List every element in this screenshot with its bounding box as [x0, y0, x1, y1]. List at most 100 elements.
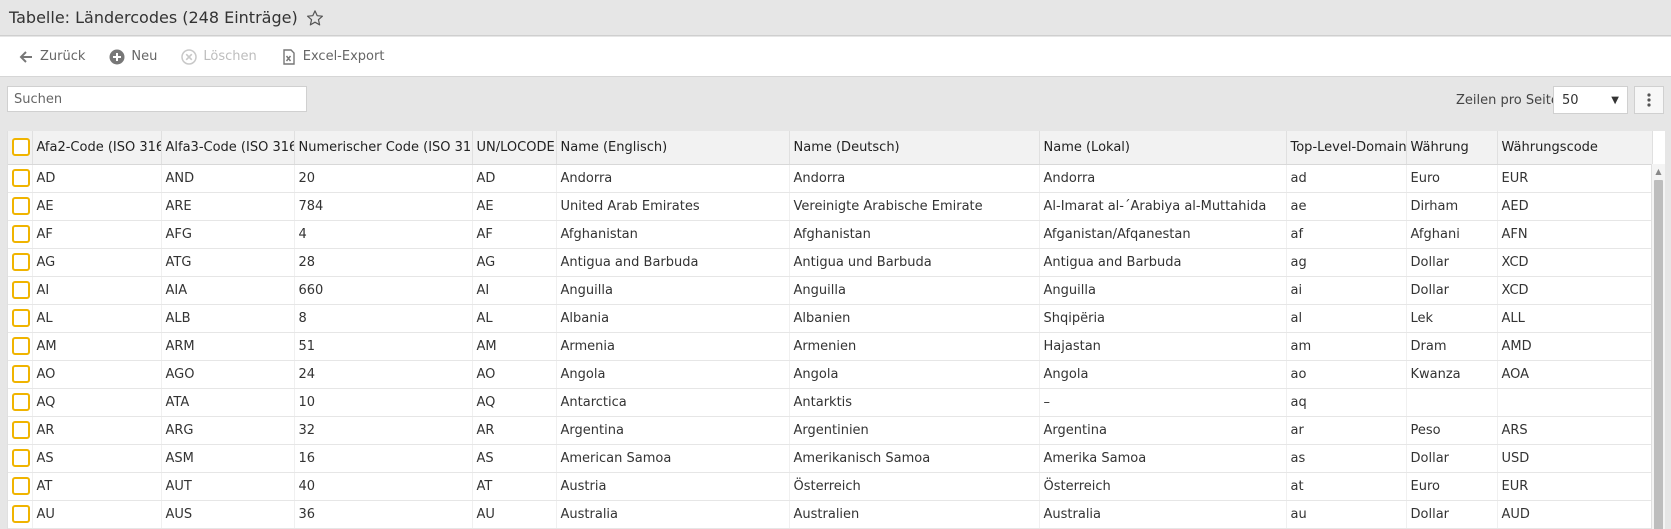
row-checkbox-cell[interactable]: [8, 332, 33, 361]
table-cell: AT: [472, 472, 557, 501]
table-cell: Andorra: [556, 164, 790, 193]
select-all-checkbox[interactable]: [12, 138, 30, 157]
row-checkbox-cell[interactable]: [8, 220, 33, 249]
column-header[interactable]: Name (Deutsch): [789, 131, 1040, 165]
table-cell: 8: [294, 304, 473, 333]
table-cell: Argentina: [556, 416, 790, 445]
table-cell: Dollar: [1406, 444, 1498, 473]
row-checkbox-cell[interactable]: [8, 360, 33, 389]
table-row[interactable]: AU AUS 36 AU Australia Australien Australia au D…: [8, 500, 1653, 529]
table-cell: af: [1286, 220, 1407, 249]
row-checkbox-cell[interactable]: [8, 248, 33, 277]
column-header[interactable]: Name (Englisch): [556, 131, 790, 165]
table-cell: Australia: [1039, 500, 1287, 529]
row-checkbox[interactable]: [12, 309, 30, 327]
table-cell: Lek: [1406, 304, 1498, 333]
star-icon[interactable]: [306, 9, 324, 27]
table-cell: Australia: [556, 500, 790, 529]
table-row[interactable]: AI AIA 660 AI Anguilla Anguilla Anguilla ai Doll…: [8, 276, 1653, 305]
table-row[interactable]: AO AGO 24 AO Angola Angola Angola ao Kwanza AOA: [8, 360, 1653, 389]
row-checkbox-cell[interactable]: [8, 500, 33, 529]
rows-per-page-select[interactable]: 50 ▼: [1553, 86, 1628, 114]
table-row[interactable]: AQ ATA 10 AQ Antarctica Antarktis – aq: [8, 388, 1653, 417]
scroll-up-icon[interactable]: ▲: [1652, 164, 1665, 178]
table-cell: Peso: [1406, 416, 1498, 445]
delete-button[interactable]: Löschen: [181, 48, 257, 65]
table-cell: AL: [472, 304, 557, 333]
plus-circle-icon: [109, 49, 125, 64]
column-header[interactable]: Afa2-Code (ISO 3166): [32, 131, 162, 165]
excel-export-button[interactable]: Excel-Export: [281, 48, 384, 65]
table-cell: Angola: [789, 360, 1040, 389]
row-checkbox[interactable]: [12, 421, 30, 439]
table-row[interactable]: AM ARM 51 AM Armenia Armenien Hajastan am Dram AM…: [8, 332, 1653, 361]
table-cell: Kwanza: [1406, 360, 1498, 389]
row-checkbox[interactable]: [12, 449, 30, 467]
row-checkbox-cell[interactable]: [8, 304, 33, 333]
table-cell: Antigua and Barbuda: [556, 248, 790, 277]
table-cell: Argentina: [1039, 416, 1287, 445]
row-checkbox[interactable]: [12, 253, 30, 271]
search-input[interactable]: [7, 86, 307, 112]
row-checkbox[interactable]: [12, 505, 30, 523]
table-cell: Argentinien: [789, 416, 1040, 445]
table-cell: am: [1286, 332, 1407, 361]
select-all-checkbox-cell[interactable]: [8, 131, 33, 165]
column-header[interactable]: Währungscode: [1497, 131, 1653, 165]
row-checkbox-cell[interactable]: [8, 276, 33, 305]
row-checkbox[interactable]: [12, 365, 30, 383]
column-header[interactable]: Top-Level-Domain: [1286, 131, 1407, 165]
table-cell: AS: [32, 444, 162, 473]
table-cell: Dollar: [1406, 248, 1498, 277]
table-cell: Euro: [1406, 164, 1498, 193]
table-cell: AO: [472, 360, 557, 389]
table-row[interactable]: AT AUT 40 AT Austria Österreich Österreich at Eu…: [8, 472, 1653, 501]
back-button[interactable]: Zurück: [18, 49, 85, 65]
table-row[interactable]: AS ASM 16 AS American Samoa Amerikanisch Samo…: [8, 444, 1653, 473]
column-header[interactable]: Alfa3-Code (ISO 3166): [161, 131, 295, 165]
row-checkbox[interactable]: [12, 225, 30, 243]
rows-per-page-label: Zeilen pro Seite: [1456, 93, 1559, 108]
new-button[interactable]: Neu: [109, 49, 157, 65]
title-bar: Tabelle: Ländercodes (248 Einträge): [0, 0, 1671, 36]
table-cell: AIA: [161, 276, 295, 305]
row-checkbox-cell[interactable]: [8, 472, 33, 501]
row-checkbox-cell[interactable]: [8, 164, 33, 193]
table-cell: Al-Imarat al-´Arabiya al-Muttahida: [1039, 192, 1287, 221]
page-title: Tabelle: Ländercodes (248 Einträge): [9, 8, 298, 27]
table-row[interactable]: AE ARE 784 AE United Arab Emirates Vereinigte…: [8, 192, 1653, 221]
table-row[interactable]: AD AND 20 AD Andorra Andorra Andorra ad Euro EUR: [8, 164, 1653, 193]
column-header[interactable]: Währung: [1406, 131, 1498, 165]
row-checkbox-cell[interactable]: [8, 192, 33, 221]
row-checkbox[interactable]: [12, 169, 30, 187]
row-checkbox[interactable]: [12, 197, 30, 215]
table-row[interactable]: AL ALB 8 AL Albania Albanien Shqipëria al Lek ALL: [8, 304, 1653, 333]
table-cell: at: [1286, 472, 1407, 501]
row-checkbox[interactable]: [12, 393, 30, 411]
country-codes-table: Afa2-Code (ISO 3166) Alfa3-Code (ISO 316…: [8, 131, 1653, 529]
row-checkbox-cell[interactable]: [8, 444, 33, 473]
more-options-button[interactable]: [1634, 86, 1664, 114]
table-cell: ARE: [161, 192, 295, 221]
row-checkbox-cell[interactable]: [8, 388, 33, 417]
column-header[interactable]: Numerischer Code (ISO 3166): [294, 131, 473, 165]
column-header[interactable]: UN/LOCODE: [472, 131, 557, 165]
table-row[interactable]: AG ATG 28 AG Antigua and Barbuda Antigua und …: [8, 248, 1653, 277]
row-checkbox[interactable]: [12, 281, 30, 299]
table-cell: AUD: [1497, 500, 1653, 529]
row-checkbox[interactable]: [12, 477, 30, 495]
table-cell: Angola: [556, 360, 790, 389]
table-row[interactable]: AR ARG 32 AR Argentina Argentinien Argentina ar…: [8, 416, 1653, 445]
table-cell: United Arab Emirates: [556, 192, 790, 221]
table-cell: ASM: [161, 444, 295, 473]
row-checkbox[interactable]: [12, 337, 30, 355]
table-row[interactable]: AF AFG 4 AF Afghanistan Afghanistan Afganistan…: [8, 220, 1653, 249]
table-cell: AED: [1497, 192, 1653, 221]
row-checkbox-cell[interactable]: [8, 416, 33, 445]
scrollbar-thumb[interactable]: [1654, 180, 1663, 529]
column-header[interactable]: Name (Lokal): [1039, 131, 1287, 165]
table-cell: ARG: [161, 416, 295, 445]
table-cell: AS: [472, 444, 557, 473]
table-cell: Anguilla: [1039, 276, 1287, 305]
vertical-scrollbar[interactable]: ▲: [1651, 164, 1665, 529]
